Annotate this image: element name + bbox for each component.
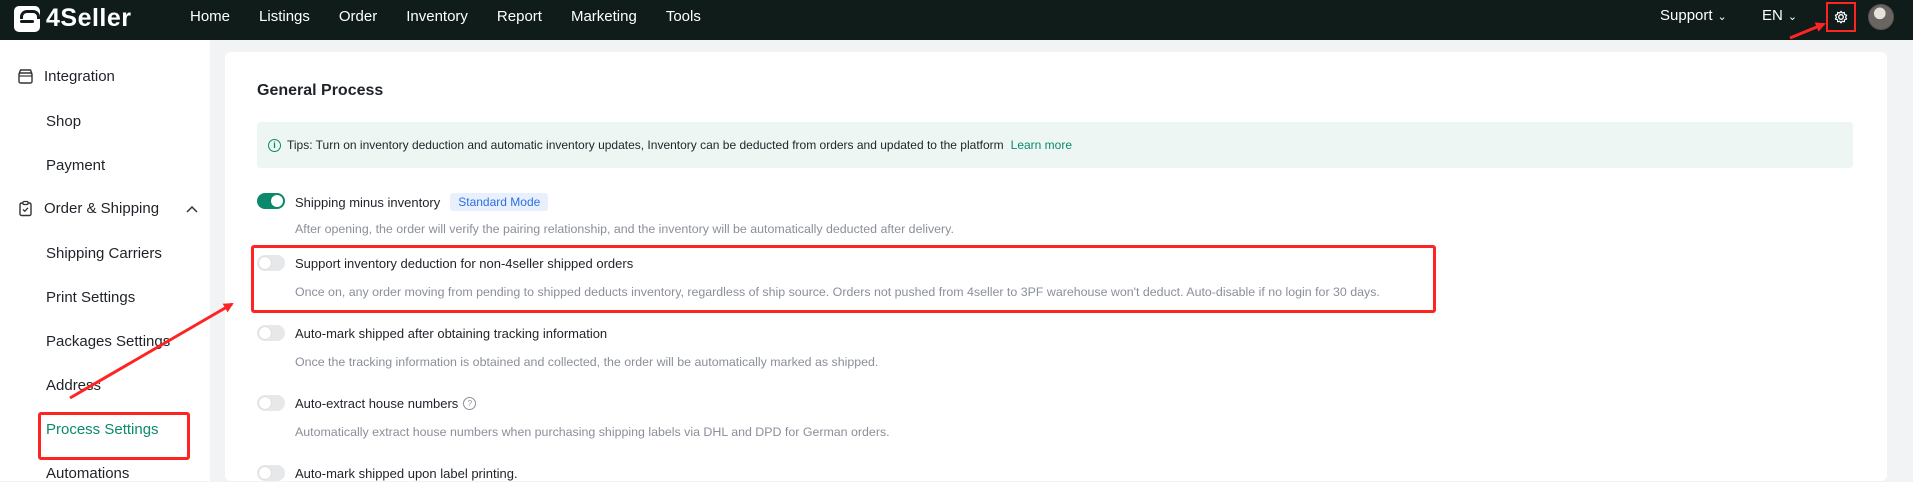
support-menu[interactable]: Support ⌄ [1660,7,1727,24]
setting-title-text: Shipping minus inventory [295,194,441,210]
setting-title-text: Auto-extract house numbers [295,396,459,411]
gear-icon [1834,10,1848,24]
sidebar-group-order-shipping[interactable]: Order & Shipping [17,200,159,217]
nav-item-report[interactable]: Report [497,8,542,25]
sidebar-item-shop[interactable]: Shop [46,113,81,130]
sidebar-group-label: Order & Shipping [44,200,160,217]
sidebar-group-label: Integration [44,68,115,85]
auto-mark-shipped-label-toggle[interactable] [257,465,285,481]
user-avatar[interactable] [1868,4,1894,30]
nav-item-home[interactable]: Home [190,8,230,25]
setting-description: After opening, the order will verify the… [295,222,954,236]
settings-button[interactable] [1826,2,1856,32]
highlight-box [38,412,190,460]
store-icon [18,69,33,84]
info-icon: i [268,138,281,152]
main-nav: Home Listings Order Inventory Report Mar… [190,0,730,32]
nav-item-marketing[interactable]: Marketing [571,8,637,25]
highlight-box [251,245,1436,313]
setting-title-text: Auto-mark shipped after obtaining tracki… [295,326,608,341]
brand-logo[interactable]: 4Seller [14,4,132,33]
setting-title: Auto-mark shipped upon label printing. [295,466,518,481]
question-circle-icon[interactable]: ? [463,397,477,410]
page-title: General Process [257,82,384,99]
chevron-down-icon: ⌄ [1717,11,1727,23]
top-navigation-bar: 4Seller Home Listings Order Inventory Re… [0,0,1913,40]
brand-name: 4Seller [46,4,132,32]
clipboard-icon [19,200,32,217]
sidebar-item-shipping-carriers[interactable]: Shipping Carriers [46,245,162,262]
setting-title: Auto-extract house numbers ? [295,396,477,411]
tips-banner: i Tips: Turn on inventory deduction and … [257,122,1853,168]
setting-title: Shipping minus inventory Standard Mode [295,193,549,211]
learn-more-link[interactable]: Learn more [1011,138,1072,152]
chevron-up-icon[interactable] [186,202,198,216]
sidebar-item-address[interactable]: Address [46,377,101,394]
sidebar-item-print-settings[interactable]: Print Settings [46,289,135,306]
chevron-down-icon: ⌄ [1787,11,1798,23]
nav-item-listings[interactable]: Listings [259,8,310,25]
support-label: Support [1660,7,1713,24]
tips-text: Tips: Turn on inventory deduction and au… [287,138,1004,152]
language-selector[interactable]: EN ⌄ [1762,7,1797,24]
setting-title-text: Auto-mark shipped upon label printing. [295,466,518,481]
sidebar-item-packages-settings[interactable]: Packages Settings [46,333,170,350]
shopping-bag-icon [14,5,40,32]
language-label: EN [1762,7,1783,24]
setting-description: Automatically extract house numbers when… [295,425,890,439]
sidebar-item-automations[interactable]: Automations [46,465,129,482]
setting-title: Auto-mark shipped after obtaining tracki… [295,326,607,341]
auto-extract-house-numbers-toggle[interactable] [257,395,285,411]
nav-item-order[interactable]: Order [339,8,377,25]
sidebar-item-payment[interactable]: Payment [46,157,105,174]
shipping-minus-inventory-toggle[interactable] [257,193,285,209]
mode-badge: Standard Mode [450,193,549,211]
sidebar-group-integration[interactable]: Integration [17,68,115,85]
nav-item-inventory[interactable]: Inventory [406,8,468,25]
auto-mark-shipped-tracking-toggle[interactable] [257,325,285,341]
setting-description: Once the tracking information is obtaine… [295,355,879,369]
nav-item-tools[interactable]: Tools [666,8,701,25]
